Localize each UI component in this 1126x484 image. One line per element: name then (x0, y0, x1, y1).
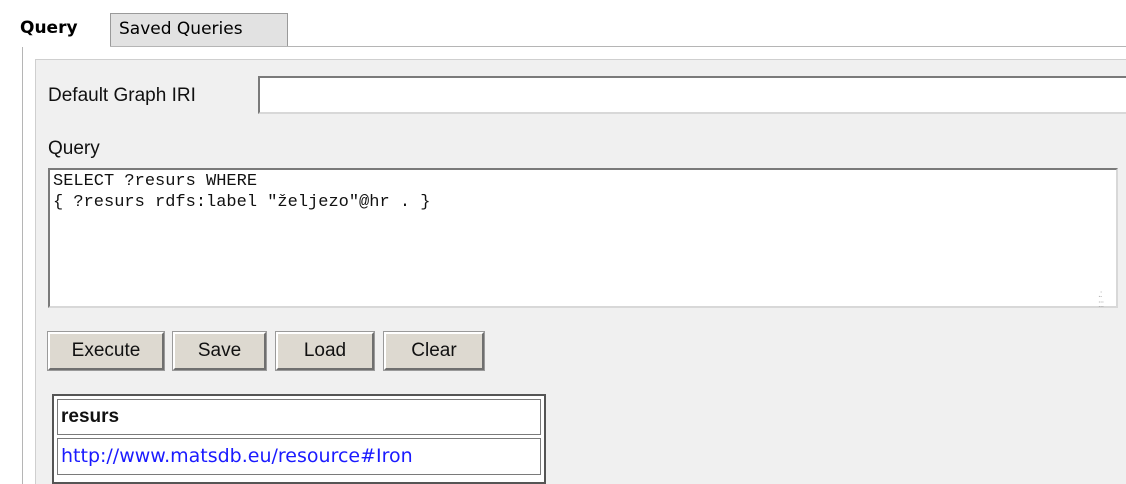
column-header-resurs: resurs (57, 399, 541, 435)
query-textarea[interactable]: SELECT ?resurs WHERE { ?resurs rdfs:labe… (48, 168, 1118, 308)
load-button[interactable]: Load (275, 331, 375, 371)
tab-query[interactable]: Query (12, 12, 110, 47)
execute-button[interactable]: Execute (47, 331, 165, 371)
tab-saved-queries[interactable]: Saved Queries (110, 13, 288, 46)
table-row: http://www.matsdb.eu/resource#Iron (57, 438, 541, 475)
default-graph-iri-input[interactable] (258, 76, 1126, 114)
resize-grip-icon[interactable]: .:::: (1098, 290, 1110, 310)
result-link[interactable]: http://www.matsdb.eu/resource#Iron (61, 445, 413, 467)
results-table: resurs http://www.matsdb.eu/resource#Iro… (52, 394, 546, 484)
clear-button[interactable]: Clear (383, 331, 485, 371)
query-form: Default Graph IRI Query SELECT ?resurs W… (35, 59, 1126, 484)
sparql-query-page: Query Saved Queries Default Graph IRI Qu… (0, 0, 1126, 484)
save-button[interactable]: Save (172, 331, 267, 371)
default-graph-iri-label: Default Graph IRI (48, 85, 196, 106)
tab-bar: Query Saved Queries (12, 12, 1126, 47)
query-panel: Default Graph IRI Query SELECT ?resurs W… (22, 46, 1126, 484)
query-label: Query (48, 138, 100, 159)
